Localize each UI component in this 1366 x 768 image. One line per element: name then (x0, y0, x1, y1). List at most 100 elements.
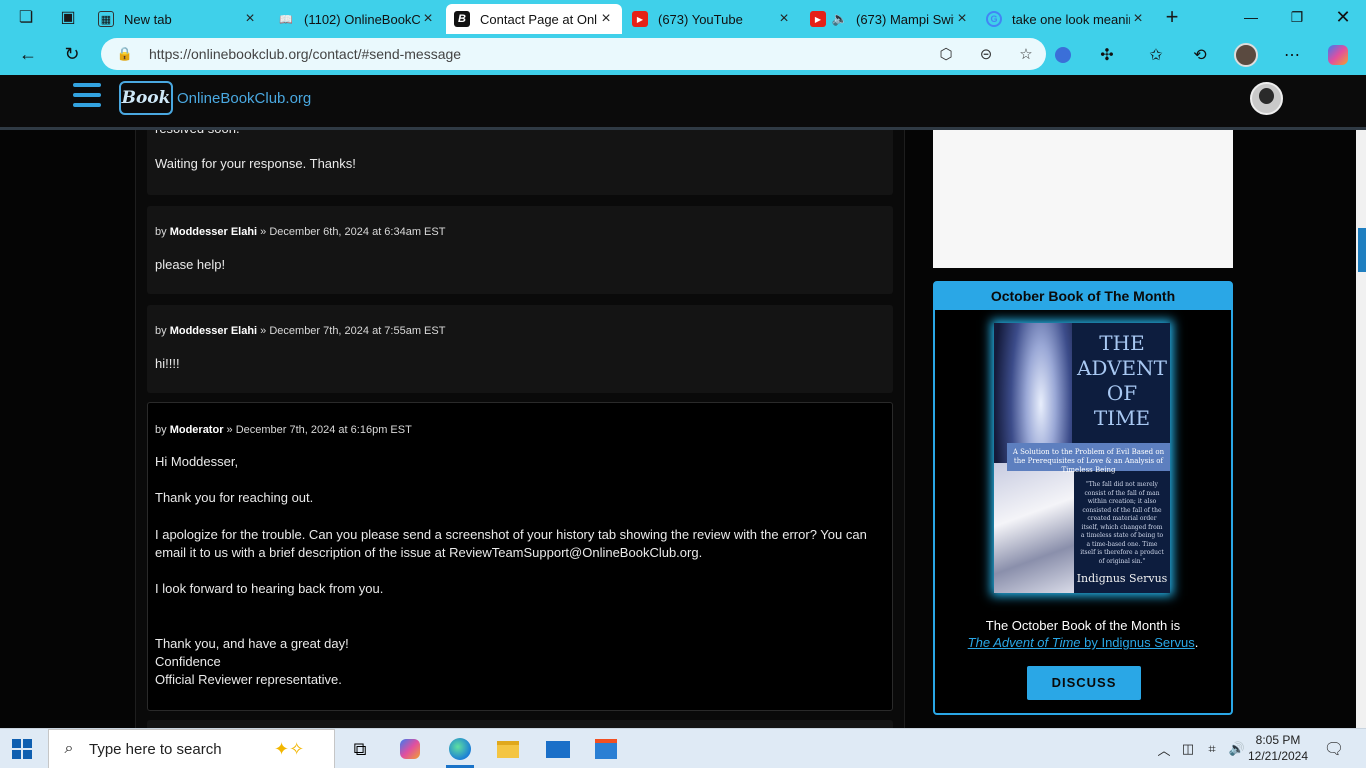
windows-start-icon[interactable] (12, 739, 32, 759)
scrollbar-thumb[interactable] (1358, 228, 1366, 272)
close-icon[interactable]: × (1130, 10, 1146, 28)
tab-google-search[interactable]: G take one look meaning × (978, 4, 1154, 34)
tab-new-tab[interactable]: ▦ New tab × (90, 4, 266, 34)
vertical-tabs-icon[interactable]: ▣ (54, 3, 82, 31)
history-icon[interactable]: ⟲ (1180, 34, 1220, 75)
minimize-button[interactable]: — (1228, 0, 1274, 34)
settings-more-icon[interactable]: ⋯ (1272, 34, 1312, 75)
workspaces-icon[interactable]: ❏ (12, 3, 40, 31)
extension-badge-icon[interactable] (1043, 34, 1083, 75)
message-text-partial: resolved soon. (155, 130, 240, 138)
favorite-star-icon[interactable]: ☆ (1006, 45, 1046, 63)
show-hidden-icons[interactable]: ︿ (1154, 729, 1174, 768)
tag-icon[interactable]: ⬡ (926, 45, 966, 63)
clock-date: 12/21/2024 (1247, 749, 1309, 763)
greeting-line: Hi Moddesser, (155, 454, 239, 469)
tab-mampi-swift[interactable]: ▶ 🔈 (673) Mampi Swift × (802, 4, 978, 34)
search-icon: ⌕ (64, 740, 74, 757)
speaker-icon[interactable]: 🔈 (832, 11, 848, 27)
tab-title: Contact Page at OnlineBookClub (480, 11, 598, 27)
post-author[interactable]: Moddesser Elahi (170, 226, 257, 238)
post-byline: by Moddesser Elahi » December 7th, 2024 … (155, 325, 445, 337)
tab-onlinebookclub[interactable]: 📖 (1102) OnlineBookClub × (270, 4, 444, 34)
close-icon[interactable]: × (776, 10, 792, 28)
sidebar-ad (933, 130, 1233, 268)
site-logo[interactable]: Book (119, 81, 173, 115)
signoff-line: Thank you, and have a great day! (155, 636, 349, 651)
message-text: Waiting for your response. Thanks! (155, 156, 356, 171)
newtab-icon: ▦ (98, 11, 114, 27)
page-scrollbar[interactable] (1356, 130, 1366, 728)
cover-title-line: OF (1106, 381, 1138, 405)
widget-title: October Book of The Month (935, 283, 1231, 310)
site-logo-text[interactable]: OnlineBookClub.org (177, 90, 311, 107)
search-highlight-icon: ✦✧ (274, 738, 305, 759)
menu-hamburger-icon[interactable] (73, 83, 101, 109)
close-icon[interactable]: × (954, 10, 970, 28)
taskbar-search[interactable]: ⌕ Type here to search ✦✧ (48, 729, 335, 768)
signature-name: Confidence (155, 654, 221, 669)
clock-time: 8:05 PM (1255, 733, 1301, 747)
microsoft-store-icon[interactable] (582, 729, 630, 768)
tab-title: (673) YouTube (658, 11, 743, 27)
favorites-icon[interactable]: ✩ (1136, 34, 1176, 75)
tab-title: (673) Mampi Swift (856, 11, 954, 27)
lock-icon[interactable]: 🔒 (115, 46, 135, 62)
volume-icon[interactable]: 🔊 (1226, 729, 1248, 768)
post-byline: by Moderator » December 7th, 2024 at 6:1… (155, 424, 412, 436)
system-clock[interactable]: 8:05 PM 12/21/2024 (1247, 732, 1309, 764)
network-icon[interactable]: ⌗ (1202, 729, 1222, 768)
botm-description: The October Book of the Month is The Adv… (935, 617, 1231, 651)
post-author[interactable]: Moderator (170, 424, 224, 436)
cover-title: THE ADVENT OF TIME (1074, 331, 1170, 431)
task-view-icon[interactable]: ⧉ (336, 729, 384, 768)
search-placeholder[interactable]: Type here to search (89, 741, 274, 758)
cover-title-line: THE (1099, 331, 1145, 355)
profile-avatar[interactable] (1226, 34, 1266, 75)
youtube-icon: ▶ (810, 11, 826, 27)
message-post: resolved soon. Waiting for your response… (147, 130, 893, 195)
meet-now-icon[interactable]: ◫ (1178, 729, 1198, 768)
tab-strip: ❏ ▣ ▦ New tab × 📖 (1102) OnlineBookClub … (0, 0, 1366, 34)
book-title[interactable]: The Advent of Time (968, 635, 1081, 650)
restore-button[interactable]: ❐ (1274, 0, 1320, 34)
tab-contact-page[interactable]: B Contact Page at OnlineBookClub × (446, 4, 622, 34)
message-line: I look forward to hearing back from you. (155, 581, 384, 596)
book-icon: 📖 (279, 13, 293, 26)
copilot-taskbar-icon[interactable] (386, 729, 434, 768)
copilot-icon[interactable] (1318, 34, 1358, 75)
page-content: resolved soon. Waiting for your response… (0, 130, 1356, 728)
mail-icon[interactable] (534, 729, 582, 768)
period: . (1194, 635, 1199, 650)
refresh-button[interactable]: ↻ (52, 38, 92, 70)
message-line: Thank you for reaching out. (155, 490, 314, 505)
signature-title: Official Reviewer representative. (155, 672, 342, 687)
more-options-icon[interactable]: ⊝ (966, 45, 1006, 63)
user-avatar[interactable] (1250, 82, 1283, 115)
book-link[interactable]: The Advent of Time by Indignus Servus (968, 635, 1195, 650)
address-bar[interactable]: 🔒 https://onlinebookclub.org/contact/#se… (101, 38, 1046, 70)
post-author[interactable]: Moddesser Elahi (170, 325, 257, 337)
url-text[interactable]: https://onlinebookclub.org/contact/#send… (149, 46, 926, 62)
notifications-icon[interactable]: 🗨 (1320, 729, 1348, 768)
close-window-button[interactable]: ✕ (1320, 0, 1366, 34)
extensions-icon[interactable]: ✣ (1087, 34, 1127, 75)
by-label: by (155, 226, 167, 238)
discuss-button[interactable]: DISCUSS (1027, 666, 1141, 700)
google-icon: G (986, 11, 1002, 27)
edge-taskbar-icon[interactable] (436, 729, 484, 768)
tab-youtube[interactable]: ▶ (673) YouTube × (624, 4, 800, 34)
file-explorer-icon[interactable] (484, 729, 532, 768)
new-tab-button[interactable]: + (1158, 3, 1186, 31)
back-button[interactable]: ← (8, 38, 48, 70)
close-icon[interactable]: × (598, 10, 614, 28)
by-label: by (155, 325, 167, 337)
message-thread: resolved soon. Waiting for your response… (135, 130, 905, 728)
book-author[interactable]: by Indignus Servus (1081, 635, 1195, 650)
message-post: by Moddesser Elahi » December 6th, 2024 … (147, 206, 893, 294)
book-cover[interactable]: THE ADVENT OF TIME A Solution to the Pro… (994, 323, 1170, 593)
message-text: please help! (155, 257, 226, 272)
close-icon[interactable]: × (242, 10, 258, 28)
close-icon[interactable]: × (420, 10, 436, 28)
botm-intro: The October Book of the Month is (985, 618, 1181, 633)
